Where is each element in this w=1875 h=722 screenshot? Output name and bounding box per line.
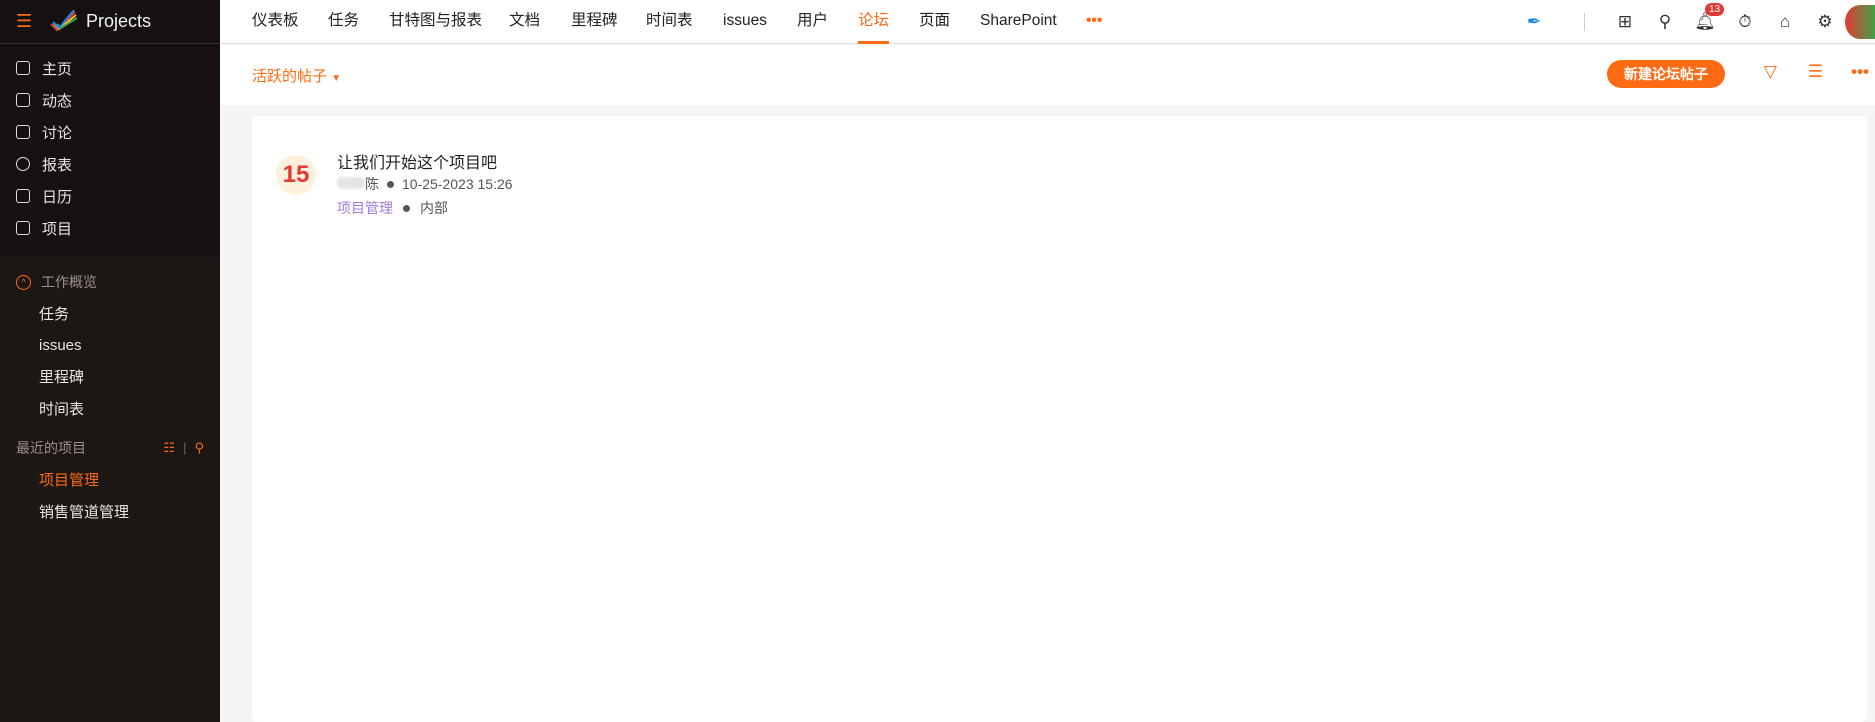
separator-dot [403,204,410,212]
tab-pages[interactable]: 页面 [919,0,950,44]
post-author: 陈 [365,176,379,192]
recent-project-item[interactable]: 销售管道管理 [0,496,220,528]
chevron-up-icon: ^ [16,274,31,290]
caret-down-icon: ▼ [331,73,342,84]
filter-icon[interactable]: ▽ [1764,62,1777,82]
projects-logo-icon [50,9,78,31]
more-tabs-icon[interactable]: ••• [1086,0,1102,44]
more-options-icon[interactable]: ••• [1851,62,1869,82]
filter-sliders-icon[interactable]: ☷ [163,440,175,456]
checklist-icon[interactable]: ☰ [1808,62,1823,82]
search-icon[interactable]: ⚲ [1645,12,1685,32]
brand-bar: ☰ Projects [0,0,220,44]
sidebar-item-timesheet[interactable]: 时间表 [0,393,220,425]
forum-toolbar: 活跃的帖子 ▼ 新建论坛帖子 ▽ ☰ ••• [220,45,1875,105]
calendar-icon [16,189,30,203]
sidebar-item-calendar[interactable]: 日历 [0,180,220,212]
post-title[interactable]: 让我们开始这个项目吧 [337,149,497,173]
redacted-name [337,177,365,189]
avatar-text: 15 [282,161,310,188]
sidebar-item-projects[interactable]: 项目 [0,212,220,244]
tab-timesheet[interactable]: 时间表 [646,0,693,44]
app-title: Projects [86,11,152,31]
tab-tasks[interactable]: 任务 [328,0,359,44]
divider [1584,13,1585,31]
sidebar-item-tasks[interactable]: 任务 [0,298,220,330]
section-label: 最近的项目 [16,440,86,456]
sidebar-item-milestones[interactable]: 里程碑 [0,361,220,393]
sidebar-item-reports[interactable]: 报表 [0,148,220,180]
sidebar-item-feed[interactable]: 动态 [0,84,220,116]
top-nav: 仪表板 任务 甘特图与报表 文档 里程碑 时间表 issues 用户 论坛 页面… [220,0,1875,44]
post-project-link[interactable]: 项目管理 [337,198,393,218]
section-label: 工作概览 [41,274,97,290]
sidebar-item-discussion[interactable]: 讨论 [0,116,220,148]
new-forum-post-button[interactable]: 新建论坛帖子 [1607,60,1725,88]
hamburger-menu-icon[interactable]: ☰ [16,11,36,32]
home-icon [16,61,30,75]
divider: | [183,440,187,455]
sidebar-item-home[interactable]: 主页 [0,52,220,84]
add-icon[interactable]: ⊞ [1605,12,1645,32]
sidebar-item-label: 讨论 [42,124,73,142]
tab-gantt-reports[interactable]: 甘特图与报表 [389,0,482,44]
sidebar-item-label: 日历 [42,188,73,206]
gear-icon[interactable]: ⚙ [1805,12,1845,32]
store-icon[interactable]: ⌂ [1765,12,1805,32]
user-avatar[interactable] [1845,5,1875,39]
sidebar-item-label: 动态 [42,92,73,110]
sidebar-item-label: 主页 [42,60,73,78]
sidebar-item-label: 项目 [42,220,73,238]
briefcase-icon [16,221,30,235]
post-avatar: 15 [276,155,316,195]
post-visibility: 内部 [420,200,448,216]
timer-icon[interactable]: ⏱︎ [1725,12,1765,32]
notification-badge: 13 [1705,3,1725,16]
sidebar-item-issues[interactable]: issues [0,330,220,362]
post-datetime: 10-25-2023 15:26 [402,176,513,192]
recent-projects-header: 最近的项目 ☷ | ⚲ [0,432,220,464]
tab-sharepoint[interactable]: SharePoint [980,0,1057,44]
tab-milestones[interactable]: 里程碑 [571,0,618,44]
search-icon[interactable]: ⚲ [194,440,204,456]
work-overview-toggle[interactable]: ^ 工作概览 [0,266,220,298]
tab-dashboard[interactable]: 仪表板 [252,0,299,44]
tab-forums[interactable]: 论坛 [858,0,890,44]
tab-documents[interactable]: 文档 [509,0,540,44]
tab-issues[interactable]: issues [723,0,767,44]
signature-feather-icon[interactable]: ✒ [1504,12,1564,32]
reports-icon [16,157,30,171]
separator-dot [387,180,394,188]
bell-icon[interactable]: 🔔︎ 13 [1685,3,1725,32]
filter-label: 活跃的帖子 [252,68,328,85]
post-tags: 项目管理 内部 [337,198,448,218]
sidebar: ☰ Projects 主页 动态 讨论 报表 日历 项目 ^ 工作概览 任务 is… [0,0,220,722]
discussion-icon [16,125,30,139]
tab-users[interactable]: 用户 [797,0,828,44]
post-meta: 陈 10-25-2023 15:26 [337,174,513,194]
forum-post-list: 15 让我们开始这个项目吧 陈 10-25-2023 15:26 项目管理 内部 [252,116,1867,722]
recent-project-item[interactable]: 项目管理 [0,464,220,496]
feed-icon [16,93,30,107]
post-filter-dropdown[interactable]: 活跃的帖子 ▼ [252,65,341,86]
sidebar-item-label: 报表 [42,156,73,174]
